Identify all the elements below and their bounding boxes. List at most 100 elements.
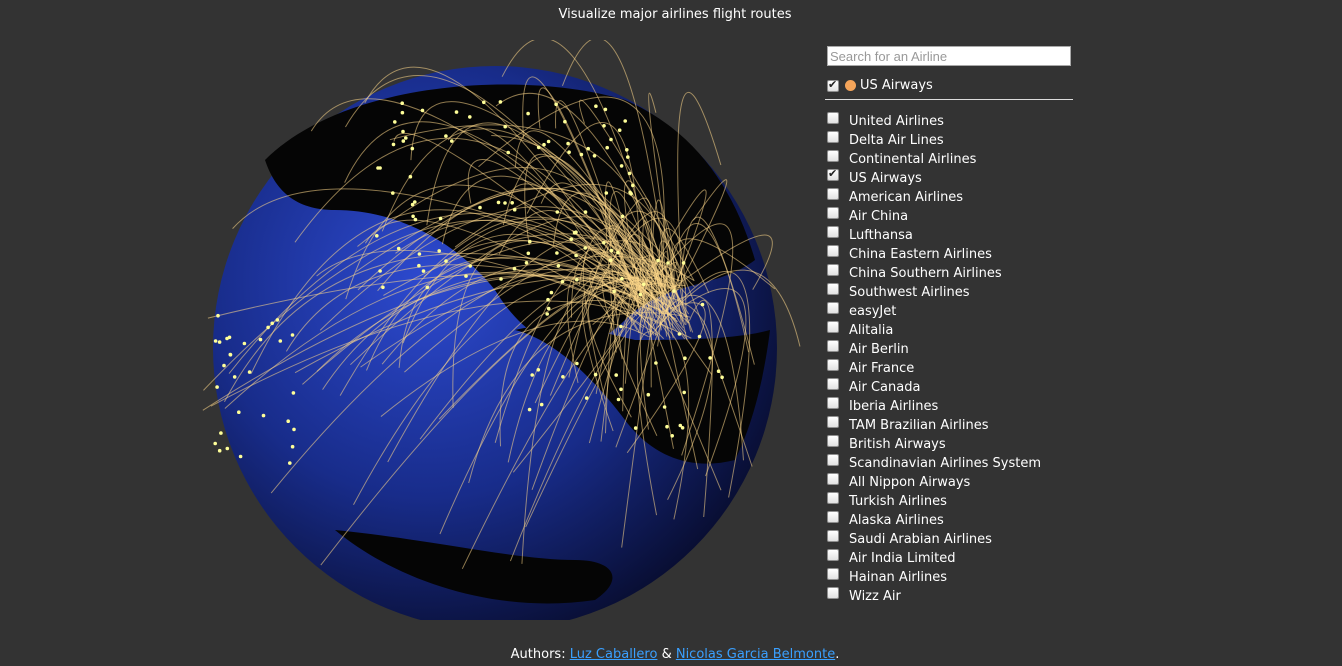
airport-dot <box>583 246 588 250</box>
airline-checkbox[interactable] <box>827 549 839 561</box>
airport-dot <box>620 214 625 219</box>
airline-checkbox[interactable] <box>827 473 839 485</box>
airport-dot <box>527 407 532 412</box>
airline-checkbox[interactable] <box>827 492 839 504</box>
airport-dot <box>391 142 396 147</box>
airport-dot <box>555 251 559 255</box>
airline-checkbox[interactable] <box>827 587 839 599</box>
author-link-luz[interactable]: Luz Caballero <box>570 647 658 662</box>
airport-dot <box>496 200 501 205</box>
airline-checkbox[interactable] <box>827 530 839 542</box>
selected-airline-checkbox[interactable] <box>827 78 839 92</box>
airport-dot <box>215 385 219 389</box>
footer-credits: Authors: Luz Caballero & Nicolas Garcia … <box>0 647 1342 662</box>
airline-item[interactable]: Turkish Airlines <box>827 491 1077 510</box>
airport-dot <box>575 277 579 282</box>
airline-item[interactable]: Air China <box>827 206 1077 225</box>
airport-dot <box>616 250 620 255</box>
airline-item[interactable]: Air India Limited <box>827 548 1077 567</box>
airline-checkbox[interactable] <box>827 167 839 181</box>
airline-checkbox[interactable] <box>827 416 839 428</box>
airport-dot <box>670 434 674 438</box>
airline-checkbox[interactable] <box>827 359 839 371</box>
airline-label: Lufthansa <box>849 228 913 243</box>
airport-dot <box>499 277 503 281</box>
airline-checkbox[interactable] <box>827 207 839 219</box>
airline-checkbox[interactable] <box>827 283 839 295</box>
airline-item[interactable]: United Airlines <box>827 111 1077 130</box>
airport-dot <box>563 119 567 124</box>
airport-dot <box>539 402 544 407</box>
airline-checkbox[interactable] <box>827 188 839 200</box>
airport-dot <box>375 234 379 238</box>
airline-item[interactable]: Alaska Airlines <box>827 510 1077 529</box>
airport-dot <box>593 372 598 377</box>
airline-checkbox[interactable] <box>827 131 839 143</box>
airline-item[interactable]: easyJet <box>827 301 1077 320</box>
airline-item[interactable]: All Nippon Airways <box>827 472 1077 491</box>
airport-dot <box>401 129 405 134</box>
airport-dot <box>603 107 608 112</box>
airport-dot <box>378 269 382 273</box>
airport-dot <box>586 146 590 151</box>
airline-item[interactable]: Iberia Airlines <box>827 396 1077 415</box>
airline-item[interactable]: Saudi Arabian Airlines <box>827 529 1077 548</box>
airline-search-input[interactable] <box>827 46 1071 66</box>
airline-checkbox[interactable] <box>827 568 839 580</box>
airline-item[interactable]: Hainan Airlines <box>827 567 1077 586</box>
airline-item[interactable]: Delta Air Lines <box>827 130 1077 149</box>
airline-item[interactable]: Scandinavian Airlines System <box>827 453 1077 472</box>
airport-dot <box>266 325 270 330</box>
airline-item[interactable]: Southwest Airlines <box>827 282 1077 301</box>
airline-item[interactable]: Lufthansa <box>827 225 1077 244</box>
airline-checkbox[interactable] <box>827 340 839 352</box>
selected-airline-label: US Airways <box>860 77 933 93</box>
airport-dot <box>666 261 670 265</box>
selected-airline-item[interactable]: US Airways <box>827 76 1077 94</box>
airline-item[interactable]: British Airways <box>827 434 1077 453</box>
airline-item[interactable]: Continental Airlines <box>827 149 1077 168</box>
airport-dot <box>291 391 296 395</box>
airport-dot <box>278 339 283 343</box>
airline-checkbox[interactable] <box>827 511 839 523</box>
airport-dot <box>288 461 292 465</box>
airline-checkbox[interactable] <box>827 302 839 314</box>
airline-item[interactable]: TAM Brazilian Airlines <box>827 415 1077 434</box>
airport-dot <box>697 334 702 339</box>
airline-checkbox[interactable] <box>827 454 839 466</box>
airline-checkbox[interactable] <box>827 150 839 162</box>
airline-checkbox[interactable] <box>827 245 839 257</box>
airline-label: American Airlines <box>849 190 964 205</box>
airline-item[interactable]: Air France <box>827 358 1077 377</box>
airport-dot <box>681 261 686 265</box>
airport-dot <box>290 444 295 449</box>
author-link-nicolas[interactable]: Nicolas Garcia Belmonte <box>676 647 835 662</box>
airline-item[interactable]: Wizz Air <box>827 586 1077 605</box>
airline-panel: US Airways United Airlines Delta Air Line… <box>825 46 1077 605</box>
airline-item[interactable]: China Eastern Airlines <box>827 244 1077 263</box>
airport-dot <box>579 152 584 157</box>
airline-checkbox[interactable] <box>827 112 839 124</box>
airport-dot <box>498 100 503 104</box>
airport-dot <box>575 361 579 366</box>
airport-dot <box>623 119 627 123</box>
airport-dot <box>413 217 418 222</box>
airport-dot <box>503 201 507 205</box>
airline-item[interactable]: US Airways <box>827 167 1077 187</box>
airline-checkbox[interactable] <box>827 264 839 276</box>
airport-dot <box>627 171 632 176</box>
airline-checkbox[interactable] <box>827 321 839 333</box>
airport-dot <box>396 246 401 251</box>
airline-item[interactable]: Alitalia <box>827 320 1077 339</box>
airport-dot <box>619 324 623 329</box>
airline-item[interactable]: China Southern Airlines <box>827 263 1077 282</box>
globe-visualization[interactable] <box>195 40 815 620</box>
airline-item[interactable]: Air Canada <box>827 377 1077 396</box>
airline-checkbox[interactable] <box>827 397 839 409</box>
airport-dot <box>217 340 222 344</box>
airline-checkbox[interactable] <box>827 435 839 447</box>
airline-item[interactable]: Air Berlin <box>827 339 1077 358</box>
airline-checkbox[interactable] <box>827 226 839 238</box>
airline-checkbox[interactable] <box>827 378 839 390</box>
airline-item[interactable]: American Airlines <box>827 187 1077 206</box>
